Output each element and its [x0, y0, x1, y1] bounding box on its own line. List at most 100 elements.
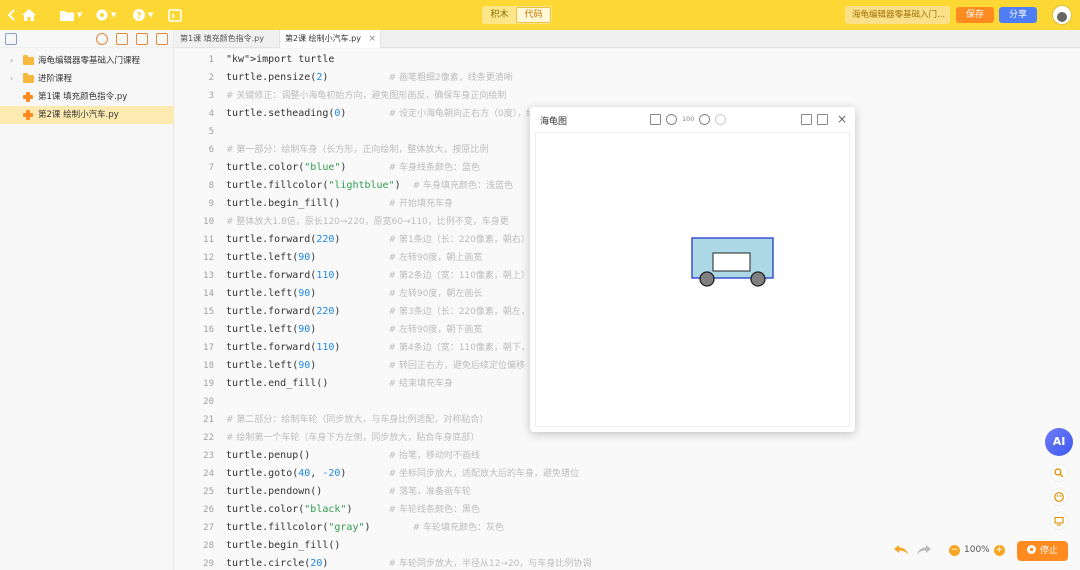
code-text: turtle.end_fill() # 结束填充车身: [226, 378, 453, 389]
zoom-in-button[interactable]: +: [993, 544, 1005, 556]
sidebar-item-file-lesson1[interactable]: 第1课 填充颜色指令.py: [0, 88, 174, 106]
toggle-sidebar-icon[interactable]: [5, 33, 17, 45]
code-comment: # 坐标同步放大，适配放大后的车身，避免错位: [388, 469, 579, 479]
turtle-window-actions: ×: [800, 112, 847, 126]
turtle-window-title: 海龟图: [540, 117, 568, 127]
code-text: turtle.penup() # 抬笔，移动时不画线: [226, 450, 480, 461]
code-window-icon[interactable]: [168, 7, 182, 23]
code-comment: # 第二部分：绘制车轮（同步放大，与车身比例适配，对称贴合）: [226, 415, 489, 425]
sidebar-toolbar: [0, 30, 173, 48]
code-text: turtle.setheading(0) # 设定小海龟朝向正右方（0度），绘制: [226, 108, 545, 119]
code-text: turtle.circle(20) # 车轮同步放大，半径从12→20，与车身比例…: [226, 558, 592, 569]
python-file-icon: [23, 92, 33, 102]
code-comment: # 第3条边（长：220像素，朝左，: [388, 307, 530, 317]
code-comment: # 车轮填充颜色：灰色: [412, 523, 505, 533]
zoom-control: − 100% +: [945, 541, 1009, 559]
save-button[interactable]: 保存: [956, 7, 994, 23]
reset-icon[interactable]: [715, 113, 727, 125]
back-icon[interactable]: [8, 7, 16, 23]
code-comment: # 关键修正：调整小海龟初始方向，避免图形画反，确保车身正向绘制: [226, 91, 507, 101]
code-text: turtle.left(90) # 左转90度，朝上画宽: [226, 252, 483, 263]
new-folder-icon[interactable]: [136, 33, 148, 45]
project-name-field[interactable]: 海龟编辑器零基础入门...: [845, 6, 950, 24]
editor-tabs: 第1课 填充颜色指令.py 第2课 绘制小汽车.py ×: [175, 30, 1080, 48]
line-number: 14: [203, 289, 214, 299]
help-icon[interactable]: ? ▼: [132, 7, 153, 23]
close-icon[interactable]: ×: [368, 30, 376, 48]
code-comment: # 左转90度，朝下画宽: [388, 325, 483, 335]
python-file-icon: [23, 110, 33, 120]
code-text: turtle.left(90) # 转回正右方，避免后续定位偏移: [226, 360, 525, 371]
folder-icon[interactable]: ▼: [59, 7, 82, 23]
code-comment: # 设定小海龟朝向正右方（0度），绘制: [388, 109, 545, 119]
turtle-canvas[interactable]: [535, 132, 850, 427]
ai-assistant-button[interactable]: AI: [1045, 428, 1073, 456]
screenshot-icon[interactable]: [800, 113, 812, 125]
code-comment: # 第一部分：绘制车身（长方形，正向绘制，整体放大，按原比例: [226, 145, 489, 155]
settings-icon[interactable]: ▼: [95, 7, 116, 23]
car-wheel-right: [750, 271, 766, 287]
turtle-graphics-window: 海龟图 100 ×: [530, 107, 855, 432]
code-comment: # 绘制第一个车轮（车身下方左侧，同步放大，贴合车身底部）: [226, 433, 480, 443]
zoom-out-icon[interactable]: [666, 113, 677, 125]
maximize-icon[interactable]: [816, 113, 828, 125]
stop-button[interactable]: 停止: [1017, 541, 1068, 561]
code-comment: # 左转90度，朝左画长: [388, 289, 483, 299]
line-number: 4: [208, 109, 214, 119]
line-number: 9: [208, 199, 214, 209]
code-text: turtle.begin_fill() # 开始填充车身: [226, 198, 453, 209]
stop-icon: [1026, 545, 1036, 554]
close-icon[interactable]: ×: [837, 113, 847, 125]
code-comment: # 左转90度，朝上画宽: [388, 253, 483, 263]
line-number: 6: [208, 145, 214, 155]
home-icon[interactable]: [21, 7, 37, 23]
code-comment: # 结束填充车身: [388, 379, 453, 389]
line-number: 1: [208, 55, 214, 65]
code-text: # 整体放大1.8倍，原长120→220，原宽60→110，比例不变，车身更: [226, 213, 509, 231]
code-comment: # 车身填充颜色：浅蓝色: [412, 181, 514, 191]
line-number: 2: [208, 73, 214, 83]
share-button[interactable]: 分享: [999, 7, 1037, 23]
display-icon[interactable]: [1050, 512, 1068, 530]
sidebar-item-folder-advanced[interactable]: › 进阶课程: [0, 70, 174, 88]
code-comment: # 开始填充车身: [388, 199, 453, 209]
line-number: 26: [203, 505, 214, 515]
new-file-icon[interactable]: [116, 33, 128, 45]
code-text: turtle.left(90) # 左转90度，朝下画宽: [226, 324, 483, 335]
code-text: turtle.color("blue") # 车身线条颜色：蓝色: [226, 162, 480, 173]
avatar[interactable]: [1052, 5, 1072, 25]
sidebar-item-folder-basics[interactable]: › 海龟编辑器零基础入门课程: [0, 52, 174, 70]
svg-text:?: ?: [136, 12, 141, 22]
tab-blocks[interactable]: 积木: [483, 7, 516, 23]
zoom-in-icon[interactable]: [699, 113, 711, 125]
file-sidebar: › 海龟编辑器零基础入门课程 › 进阶课程 第1课 填充颜色指令.py 第2课 …: [0, 30, 174, 570]
code-text: turtle.goto(40, -20) # 坐标同步放大，适配放大后的车身，避免…: [226, 468, 579, 479]
line-number: 20: [203, 397, 214, 407]
line-number: 17: [203, 343, 214, 353]
code-text: turtle.forward(110) # 第2条边（宽：110像素，朝上）: [226, 270, 530, 281]
sidebar-item-file-lesson2[interactable]: 第2课 绘制小汽车.py: [0, 106, 174, 124]
top-bar: ▼ ▼ ? ▼ 积木 代码 海龟编辑器零基础入门... 保存 分享: [0, 0, 1080, 30]
palette-icon[interactable]: [1050, 488, 1068, 506]
turtle-zoom-level: 100: [682, 115, 695, 123]
sync-icon[interactable]: [96, 33, 108, 45]
grid-icon[interactable]: [650, 113, 661, 125]
undo-icon[interactable]: [893, 544, 909, 558]
code-comment: # 车轮同步放大，半径从12→20，与车身比例协调: [388, 559, 592, 569]
car-wheel-left: [699, 271, 715, 287]
tab-lesson1[interactable]: 第1课 填充颜色指令.py: [175, 30, 279, 48]
code-comment: # 车轮线条颜色：黑色: [388, 505, 480, 515]
search-icon[interactable]: [1050, 464, 1068, 482]
upload-icon[interactable]: [156, 33, 168, 45]
redo-icon[interactable]: [916, 544, 932, 558]
code-text: # 绘制第一个车轮（车身下方左侧，同步放大，贴合车身底部）: [226, 429, 479, 447]
code-line: 23 turtle.penup() # 抬笔，移动时不画线: [175, 447, 1080, 465]
zoom-out-button[interactable]: −: [949, 544, 960, 556]
line-number: 3: [208, 91, 214, 101]
line-number: 29: [203, 559, 214, 569]
line-number: 24: [203, 469, 214, 479]
tab-code[interactable]: 代码: [516, 7, 551, 23]
tab-lesson2[interactable]: 第2课 绘制小汽车.py ×: [279, 30, 381, 48]
turtle-drawing: [691, 237, 774, 287]
mode-switch: 积木 代码: [482, 6, 552, 24]
